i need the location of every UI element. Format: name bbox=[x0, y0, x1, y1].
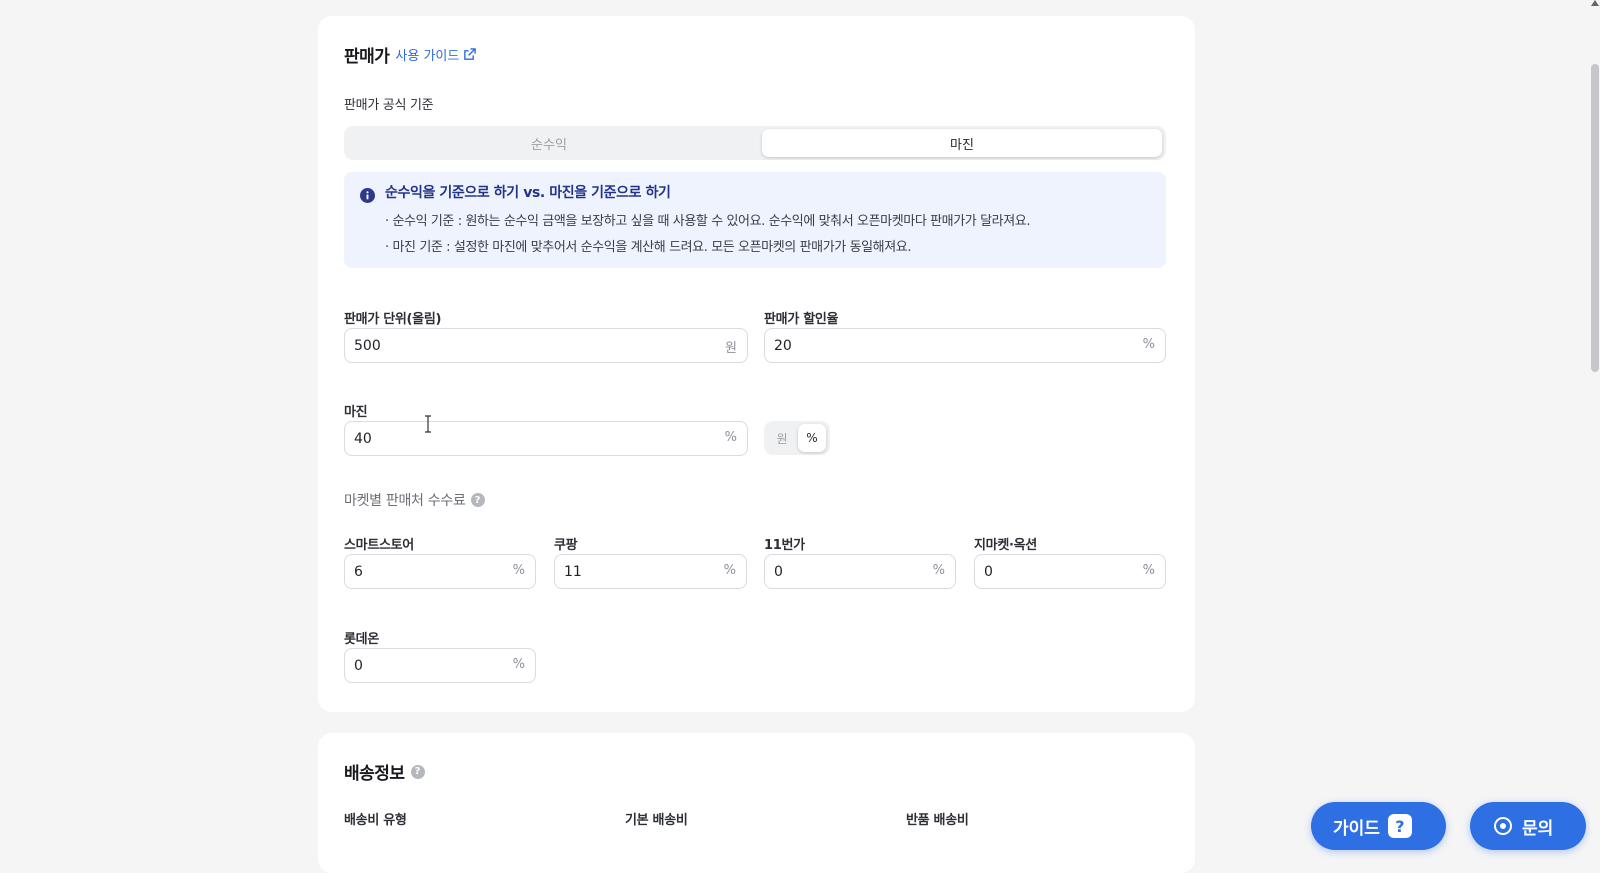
fee-label-lotteon: 롯데온 bbox=[344, 632, 379, 647]
chat-icon bbox=[1494, 817, 1512, 835]
fee-field-gmarket[interactable]: % bbox=[974, 554, 1166, 589]
scrollbar-thumb[interactable] bbox=[1591, 64, 1599, 372]
fee-section-header: 마켓별 판매처 수수료 ? bbox=[344, 490, 485, 510]
discount-rate-label: 판매가 할인율 bbox=[764, 312, 839, 327]
floating-guide-button[interactable]: 가이드 ? bbox=[1311, 802, 1446, 850]
fee-suffix: % bbox=[1142, 563, 1155, 578]
formula-option-net-profit[interactable]: 순수익 bbox=[348, 129, 750, 157]
margin-suffix: % bbox=[724, 430, 737, 445]
fee-field-lotteon[interactable]: % bbox=[344, 648, 536, 683]
help-icon[interactable]: ? bbox=[470, 493, 485, 507]
info-icon bbox=[360, 188, 375, 203]
fee-suffix: % bbox=[932, 563, 945, 578]
usage-guide-label: 사용 가이드 bbox=[395, 49, 460, 64]
fee-field-11st[interactable]: % bbox=[764, 554, 956, 589]
shipping-card: 배송정보 ? 배송비 유형 기본 배송비 반품 배송비 bbox=[318, 733, 1195, 873]
margin-input[interactable] bbox=[354, 422, 636, 455]
fee-input-gmarket[interactable] bbox=[984, 555, 1117, 588]
margin-unit-percent[interactable]: % bbox=[798, 424, 826, 452]
pricing-header: 판매가 사용 가이드 bbox=[344, 42, 477, 67]
price-unit-field[interactable]: 원 bbox=[344, 328, 748, 363]
discount-rate-input[interactable] bbox=[774, 329, 1054, 362]
fee-input-smartstore[interactable] bbox=[354, 555, 487, 588]
fee-input-11st[interactable] bbox=[774, 555, 907, 588]
price-unit-input[interactable] bbox=[354, 329, 636, 362]
fee-field-smartstore[interactable]: % bbox=[344, 554, 536, 589]
scrollbar[interactable] bbox=[1590, 0, 1600, 830]
floating-guide-label: 가이드 bbox=[1333, 818, 1380, 839]
margin-unit-toggle: 원 % bbox=[764, 421, 830, 455]
discount-rate-suffix: % bbox=[1142, 337, 1155, 352]
info-line-net-profit: · 순수익 기준 : 원하는 순수익 금액을 보장하고 싶을 때 사용할 수 있… bbox=[385, 214, 1031, 229]
fee-label-smartstore: 스마트스토어 bbox=[344, 538, 414, 553]
margin-unit-won[interactable]: 원 bbox=[768, 424, 796, 452]
pricing-title: 판매가 bbox=[344, 47, 390, 67]
info-line-margin: · 마진 기준 : 설정한 마진에 맞추어서 순수익을 계산해 드려요. 모든 … bbox=[385, 240, 912, 255]
shipping-col-type: 배송비 유형 bbox=[344, 813, 407, 828]
price-unit-suffix: 원 bbox=[725, 341, 737, 356]
floating-inquiry-button[interactable]: 문의 bbox=[1470, 802, 1586, 850]
formula-info-box: 순수익을 기준으로 하기 vs. 마진을 기준으로 하기 · 순수익 기준 : … bbox=[344, 172, 1166, 268]
help-icon[interactable]: ? bbox=[410, 764, 425, 779]
shipping-title: 배송정보 bbox=[344, 764, 405, 784]
fee-field-coupang[interactable]: % bbox=[554, 554, 747, 589]
floating-inquiry-label: 문의 bbox=[1522, 818, 1554, 839]
fee-label-11st: 11번가 bbox=[764, 538, 805, 553]
external-link-icon bbox=[464, 48, 477, 60]
fee-suffix: % bbox=[512, 657, 525, 672]
usage-guide-link[interactable]: 사용 가이드 bbox=[395, 45, 477, 64]
shipping-col-return: 반품 배송비 bbox=[906, 813, 969, 828]
margin-field[interactable]: % bbox=[344, 421, 748, 456]
fee-label-coupang: 쿠팡 bbox=[554, 538, 578, 553]
margin-label: 마진 bbox=[344, 405, 368, 420]
formula-option-margin[interactable]: 마진 bbox=[762, 129, 1162, 157]
formula-label: 판매가 공식 기준 bbox=[344, 98, 434, 113]
info-title: 순수익을 기준으로 하기 vs. 마진을 기준으로 하기 bbox=[385, 185, 671, 201]
text-cursor-icon bbox=[425, 415, 431, 433]
fee-input-coupang[interactable] bbox=[564, 555, 698, 588]
price-unit-label: 판매가 단위(올림) bbox=[344, 312, 442, 327]
fee-suffix: % bbox=[512, 563, 525, 578]
question-icon: ? bbox=[1387, 814, 1412, 838]
fee-input-lotteon[interactable] bbox=[354, 649, 487, 682]
formula-segmented-control: 순수익 마진 bbox=[344, 126, 1166, 160]
shipping-col-basic: 기본 배송비 bbox=[625, 813, 688, 828]
fee-section-label: 마켓별 판매처 수수료 bbox=[344, 493, 466, 509]
discount-rate-field[interactable]: % bbox=[764, 328, 1166, 363]
pricing-card: 판매가 사용 가이드 판매가 공식 기준 순수익 마진 순수익을 기준으로 하기… bbox=[318, 16, 1195, 712]
fee-label-gmarket: 지마켓·옥션 bbox=[974, 538, 1037, 553]
shipping-header: 배송정보 ? bbox=[344, 759, 425, 784]
scroll-up-arrow-icon[interactable] bbox=[1591, 0, 1599, 6]
fee-suffix: % bbox=[723, 563, 736, 578]
